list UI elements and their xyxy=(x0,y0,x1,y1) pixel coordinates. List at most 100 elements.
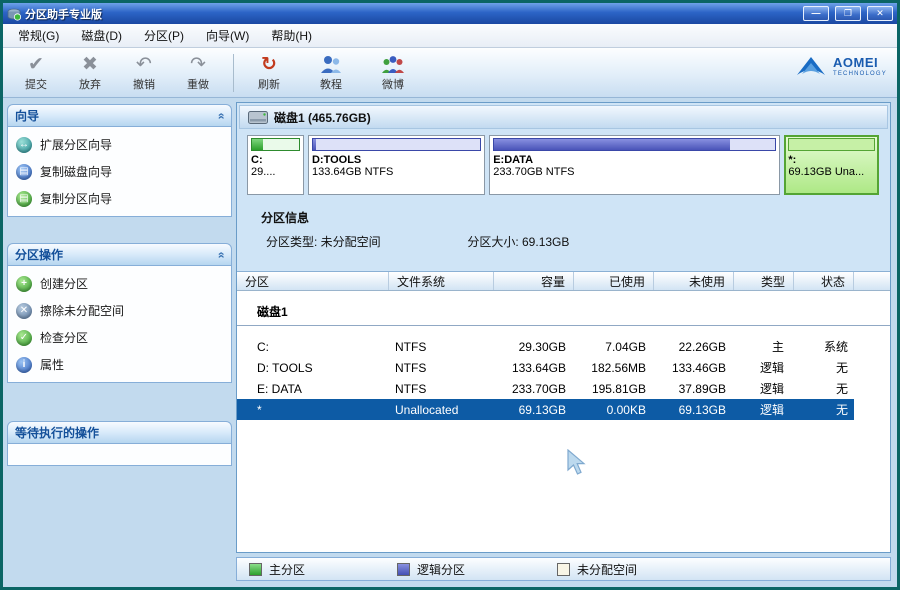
menu-help[interactable]: 帮助(H) xyxy=(260,23,323,48)
table-row-d[interactable]: D: TOOLS NTFS 133.64GB 182.56MB 133.46GB… xyxy=(237,357,854,378)
table-row-e[interactable]: E: DATA NTFS 233.70GB 195.81GB 37.89GB 逻… xyxy=(237,378,854,399)
legend-logical: 逻辑分区 xyxy=(397,561,465,578)
cell-used: 182.56MB xyxy=(574,361,654,375)
cell-status: 无 xyxy=(794,380,854,397)
submit-button[interactable]: ✔ 提交 xyxy=(9,51,63,95)
discard-label: 放弃 xyxy=(79,76,101,92)
partition-detail: 233.70GB NTFS xyxy=(493,166,776,178)
column-header-unused[interactable]: 未使用 xyxy=(654,272,734,290)
partition-name: C: xyxy=(251,154,300,166)
legend-label: 主分区 xyxy=(269,561,305,578)
cell-filesystem: NTFS xyxy=(389,340,494,354)
cell-type: 逻辑 xyxy=(734,401,794,418)
collapse-chevron-icon[interactable]: » xyxy=(214,112,228,119)
aomei-logo: AOMEI TECHNOLOGY xyxy=(794,54,887,78)
cell-used: 195.81GB xyxy=(574,382,654,396)
legend-primary: 主分区 xyxy=(249,561,305,578)
unallocated-space-swatch xyxy=(557,563,570,576)
tutorial-icon xyxy=(319,54,343,76)
undo-button[interactable]: ↶ 撤销 xyxy=(117,51,171,95)
legend-bar: 主分区 逻辑分区 未分配空间 xyxy=(236,557,891,581)
column-header-type[interactable]: 类型 xyxy=(734,272,794,290)
sidebar-item-create-partition[interactable]: + 创建分区 xyxy=(16,275,223,292)
pending-operations-title: 等待执行的操作 xyxy=(15,424,99,441)
disk-icon xyxy=(248,111,268,124)
table-row-c[interactable]: C: NTFS 29.30GB 7.04GB 22.26GB 主 系统 xyxy=(237,336,854,357)
maximize-button[interactable]: ❐ xyxy=(835,6,861,21)
sidebar-item-label: 擦除未分配空间 xyxy=(40,302,124,319)
cell-used: 0.00KB xyxy=(574,403,654,417)
partition-info: 分区信息 分区类型: 未分配空间 分区大小: 69.13GB xyxy=(261,209,890,261)
partition-info-title: 分区信息 xyxy=(261,209,890,226)
cell-unused: 22.26GB xyxy=(654,340,734,354)
column-header-capacity[interactable]: 容量 xyxy=(494,272,574,290)
aomei-logo-icon xyxy=(794,54,828,78)
sidebar-item-label: 复制磁盘向导 xyxy=(40,163,112,180)
table-row-unallocated-selected[interactable]: * Unallocated 69.13GB 0.00KB 69.13GB 逻辑 … xyxy=(237,399,854,420)
cell-status: 无 xyxy=(794,401,854,418)
partition-usage-strip xyxy=(788,138,875,151)
partition-block-unallocated[interactable]: *: 69.13GB Una... xyxy=(784,135,879,195)
refresh-icon: ↻ xyxy=(261,54,277,76)
collapse-chevron-icon[interactable]: » xyxy=(214,251,228,258)
cell-filesystem: NTFS xyxy=(389,382,494,396)
partition-detail: 29.... xyxy=(251,166,300,178)
submit-label: 提交 xyxy=(25,76,47,92)
partition-bar: C: 29.... D:TOOLS 133.64GB NTFS xyxy=(237,131,890,197)
partition-usage-strip xyxy=(493,138,776,151)
column-header-status[interactable]: 状态 xyxy=(794,272,854,290)
close-button[interactable]: ✕ xyxy=(867,6,893,21)
sidebar-item-check-partition[interactable]: ✓ 检查分区 xyxy=(16,329,223,346)
column-header-used[interactable]: 已使用 xyxy=(574,272,654,290)
weibo-icon xyxy=(381,54,405,76)
sidebar-item-properties[interactable]: i 属性 xyxy=(16,356,223,373)
tutorial-label: 教程 xyxy=(320,76,342,92)
partition-size-value: 分区大小: 69.13GB xyxy=(467,235,569,249)
pending-operations-section: 等待执行的操作 xyxy=(7,421,232,466)
sidebar-item-copy-disk-wizard[interactable]: ▤ 复制磁盘向导 xyxy=(16,163,223,180)
cell-type: 逻辑 xyxy=(734,380,794,397)
wizards-section-header[interactable]: 向导 » xyxy=(7,104,232,127)
menu-disk[interactable]: 磁盘(D) xyxy=(70,23,133,48)
discard-button[interactable]: ✖ 放弃 xyxy=(63,51,117,95)
undo-label: 撤销 xyxy=(133,76,155,92)
sidebar-item-copy-partition-wizard[interactable]: ▤ 复制分区向导 xyxy=(16,190,223,207)
column-header-filler xyxy=(854,272,890,290)
partition-usage-strip xyxy=(251,138,300,151)
partition-block-c[interactable]: C: 29.... xyxy=(247,135,304,195)
partition-block-d[interactable]: D:TOOLS 133.64GB NTFS xyxy=(308,135,485,195)
menu-general[interactable]: 常规(G) xyxy=(7,23,70,48)
wizards-section-title: 向导 xyxy=(15,107,39,124)
partition-name: *: xyxy=(788,154,875,166)
disk-header-label: 磁盘1 (465.76GB) xyxy=(274,109,371,126)
sidebar-item-label: 扩展分区向导 xyxy=(40,136,112,153)
column-header-filesystem[interactable]: 文件系统 xyxy=(389,272,494,290)
titlebar: 分区助手专业版 — ❐ ✕ xyxy=(3,3,897,24)
redo-button[interactable]: ↷ 重做 xyxy=(171,51,225,95)
minimize-button[interactable]: — xyxy=(803,6,829,21)
partition-ops-section-header[interactable]: 分区操作 » xyxy=(7,243,232,266)
tutorial-button[interactable]: 教程 xyxy=(304,51,358,95)
partition-block-e[interactable]: E:DATA 233.70GB NTFS xyxy=(489,135,780,195)
main-panel: 磁盘1 (465.76GB) C: 29.... D:TOO xyxy=(236,102,891,553)
logical-partition-swatch xyxy=(397,563,410,576)
partition-ops-section: 分区操作 » + 创建分区 ✕ 擦除未分配空间 ✓ 检查分区 xyxy=(7,243,232,383)
submit-icon: ✔ xyxy=(28,54,44,76)
weibo-button[interactable]: 微博 xyxy=(366,51,420,95)
menu-partition[interactable]: 分区(P) xyxy=(133,23,195,48)
cell-capacity: 29.30GB xyxy=(494,340,574,354)
sidebar-item-wipe-unallocated[interactable]: ✕ 擦除未分配空间 xyxy=(16,302,223,319)
redo-icon: ↷ xyxy=(190,54,206,76)
refresh-button[interactable]: ↻ 刷新 xyxy=(242,51,296,95)
sidebar-item-label: 属性 xyxy=(40,356,64,373)
partition-detail: 133.64GB NTFS xyxy=(312,166,481,178)
cell-type: 逻辑 xyxy=(734,359,794,376)
cell-partition: E: DATA xyxy=(237,382,389,396)
extend-partition-wizard-icon: ↔ xyxy=(16,137,32,153)
app-window: 分区助手专业版 — ❐ ✕ 常规(G) 磁盘(D) 分区(P) 向导(W) 帮助… xyxy=(0,0,900,590)
sidebar-item-extend-partition-wizard[interactable]: ↔ 扩展分区向导 xyxy=(16,136,223,153)
column-header-partition[interactable]: 分区 xyxy=(237,272,389,290)
sidebar-item-label: 复制分区向导 xyxy=(40,190,112,207)
menu-wizard[interactable]: 向导(W) xyxy=(195,23,260,48)
cell-type: 主 xyxy=(734,338,794,355)
